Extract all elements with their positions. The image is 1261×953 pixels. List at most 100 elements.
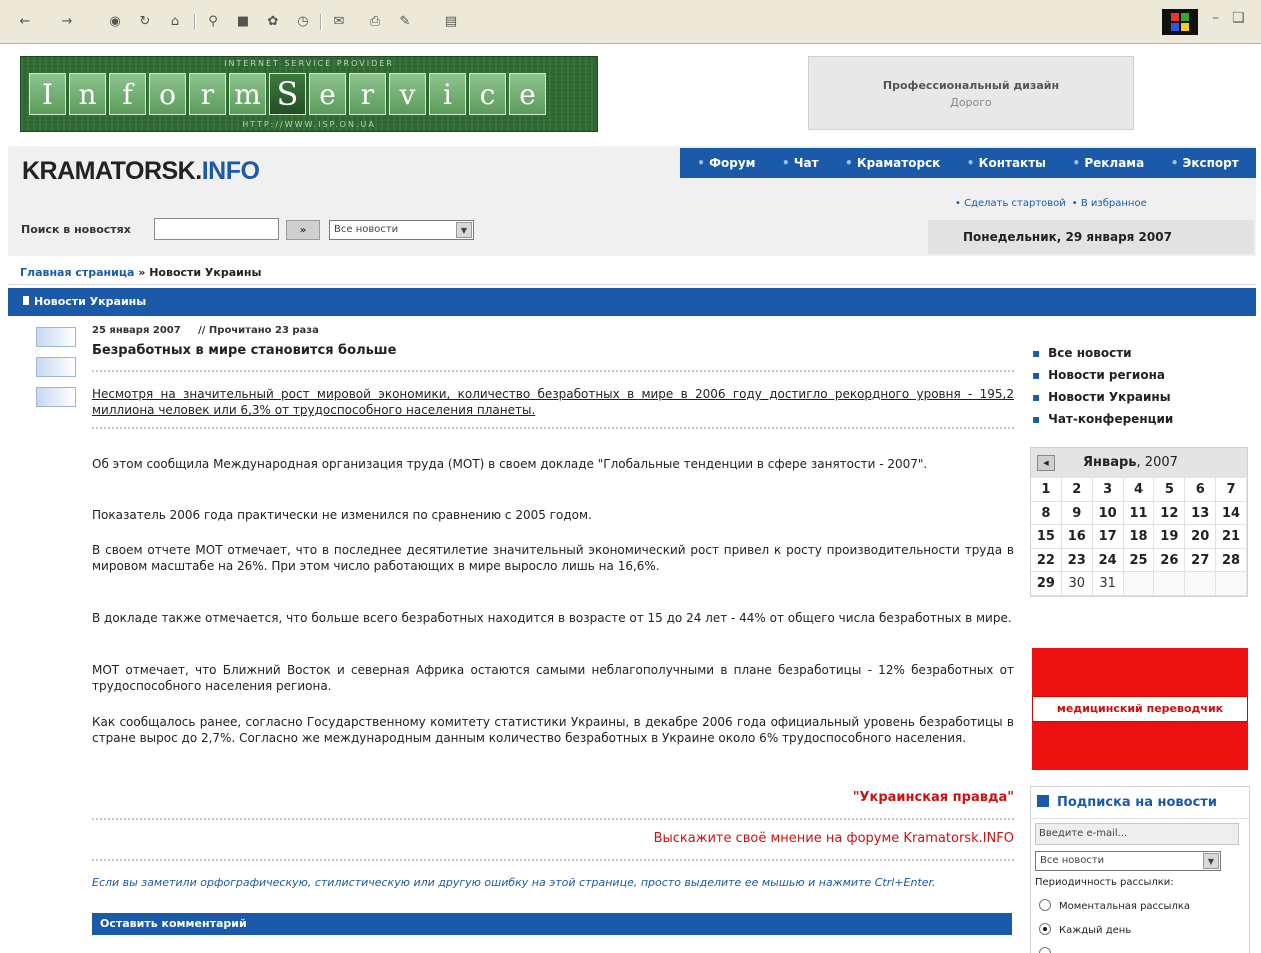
calendar-day[interactable]: 18 [1123,525,1155,549]
nav-export[interactable]: Экспорт [1171,156,1239,170]
search-go-button[interactable]: » [286,220,320,240]
banner-top-text: INTERNET SERVICE PROVIDER [224,59,394,68]
forward-icon[interactable]: → [56,10,78,32]
print-icon[interactable]: ⎙ [364,10,386,32]
informservice-banner[interactable]: INTERNET SERVICE PROVIDER I n f o r m S … [20,56,598,132]
calendar-day[interactable]: 25 [1123,548,1155,572]
media-icon[interactable]: ✿ [262,10,284,32]
email-field[interactable]: Введите e-mail... [1035,823,1239,845]
news-category-select[interactable]: Все новости ▼ [329,220,474,240]
calendar-day[interactable]: 6 [1185,478,1217,502]
forum-discussion-link[interactable]: Выскажите своё мнение на форуме Kramator… [654,831,1014,846]
period-label: Периодичность рассылки: [1035,877,1174,888]
history-icon[interactable]: ◷ [292,10,314,32]
design-ad-banner[interactable]: Профессиональный дизайн Дорого [808,56,1134,130]
site-logo[interactable]: KRAMATORSK.INFO [22,157,260,186]
calendar-day[interactable]: 13 [1185,501,1217,525]
sidebar-item-all-news[interactable]: Все новости [1032,342,1173,364]
section-marker-icon [20,296,29,305]
calendar-empty-cell [1154,572,1186,596]
calendar-day[interactable]: 2 [1061,478,1093,502]
sidebar-item-chat-conferences[interactable]: Чат-конференции [1032,408,1173,430]
calendar-day[interactable]: 22 [1031,548,1062,572]
nav-forum[interactable]: Форум [697,156,755,170]
calendar-day[interactable]: 8 [1031,501,1062,525]
minimize-icon[interactable]: – [1212,10,1219,26]
calendar-day[interactable]: 4 [1123,478,1155,502]
logo-accent: INFO [201,157,260,185]
calendar-day[interactable]: 27 [1185,548,1217,572]
nav-advertising[interactable]: Реклама [1072,156,1144,170]
subscription-category-select[interactable]: Все новости ▼ [1035,851,1221,871]
calendar-day[interactable]: 16 [1061,525,1093,549]
sidebar-item-ukraine-news[interactable]: Новости Украины [1032,386,1173,408]
breadcrumb-separator: » [134,266,150,279]
calendar-prev-icon[interactable]: ◀ [1037,455,1055,471]
calendar-empty-cell [1123,572,1155,596]
calendar-day[interactable]: 11 [1123,501,1155,525]
back-icon[interactable]: ← [14,10,36,32]
restore-icon[interactable]: ❏ [1232,10,1245,26]
calendar-day[interactable]: 5 [1154,478,1186,502]
radio-instant[interactable]: Моментальная рассылка [1039,899,1190,912]
article-paragraph: МОТ отмечает, что Ближний Восток и север… [92,663,1014,693]
calendar-day[interactable]: 23 [1061,548,1093,572]
calendar-day[interactable]: 30 [1061,572,1093,596]
print-version-icon[interactable] [36,327,76,347]
calendar-day[interactable]: 19 [1154,525,1186,549]
calendar-day[interactable]: 9 [1061,501,1093,525]
search-icon[interactable]: ⚲ [202,10,224,32]
make-homepage-link[interactable]: • Сделать стартовой [955,198,1066,209]
calendar-day[interactable]: 3 [1092,478,1124,502]
radio-third[interactable] [1039,947,1059,953]
bookmark-icon[interactable] [36,387,76,407]
search-input[interactable] [154,218,279,240]
edit-icon[interactable]: ✎ [394,10,416,32]
calendar-day[interactable]: 31 [1092,572,1124,596]
calendar-day[interactable]: 26 [1154,548,1186,572]
chevron-down-icon: ▼ [1203,853,1219,869]
nav-contacts[interactable]: Контакты [967,156,1046,170]
section-title-bar: Новости Украины [8,288,1256,316]
stop-icon[interactable]: ◉ [104,10,126,32]
calendar-day[interactable]: 15 [1031,525,1062,549]
select-value: Все новости [1040,855,1105,866]
subscription-header: Подписка на новости [1031,787,1249,819]
nav-kramatorsk[interactable]: Краматорск [845,156,940,170]
calendar-day[interactable]: 17 [1092,525,1124,549]
calendar-day[interactable]: 7 [1216,478,1247,502]
calendar-day[interactable]: 29 [1031,572,1062,596]
banner-letter: o [149,73,186,115]
red-ad-label: медицинский переводчик [1032,696,1248,722]
sidebar-links: Все новости Новости региона Новости Укра… [1032,342,1173,430]
send-to-friend-icon[interactable] [36,357,76,377]
breadcrumb: Главная страница » Новости Украины [20,266,261,279]
calendar-day[interactable]: 21 [1216,525,1247,549]
breadcrumb-home[interactable]: Главная страница [20,266,134,279]
calendar-day[interactable]: 10 [1092,501,1124,525]
refresh-icon[interactable]: ↻ [134,10,156,32]
banner-bottom-text: HTTP://WWW.ISP.ON.UA [242,120,376,129]
nav-chat[interactable]: Чат [782,156,819,170]
typo-report-note: Если вы заметили орфографическую, стилис… [92,876,936,889]
sidebar-item-region-news[interactable]: Новости региона [1032,364,1173,386]
translator-ad-banner[interactable]: медицинский переводчик [1032,648,1248,770]
calendar-day[interactable]: 20 [1185,525,1217,549]
calendar-day[interactable]: 24 [1092,548,1124,572]
add-favorites-link[interactable]: • В избранное [1072,198,1147,209]
radio-daily[interactable]: Каждый день [1039,923,1131,936]
leave-comment-bar[interactable]: Оставить комментарий [92,913,1012,935]
discuss-icon[interactable]: ▤ [440,10,462,32]
calendar-day[interactable]: 1 [1031,478,1062,502]
calendar-day[interactable]: 12 [1154,501,1186,525]
mail-icon[interactable]: ✉ [328,10,350,32]
search-label: Поиск в новостях [21,223,131,236]
calendar-grid: 1 2 3 4 5 6 7 8 9 10 11 12 13 14 15 16 17 18 19 20 21 22 23 24 2… [1031,478,1247,596]
divider [92,818,1014,820]
calendar-day[interactable]: 28 [1216,548,1247,572]
calendar-day[interactable]: 14 [1216,501,1247,525]
calendar-title: Январь, 2007 [1083,455,1178,470]
home-icon[interactable]: ⌂ [164,10,186,32]
chevron-down-icon: ▼ [456,222,472,238]
favorites-icon[interactable]: ■ [232,10,254,32]
